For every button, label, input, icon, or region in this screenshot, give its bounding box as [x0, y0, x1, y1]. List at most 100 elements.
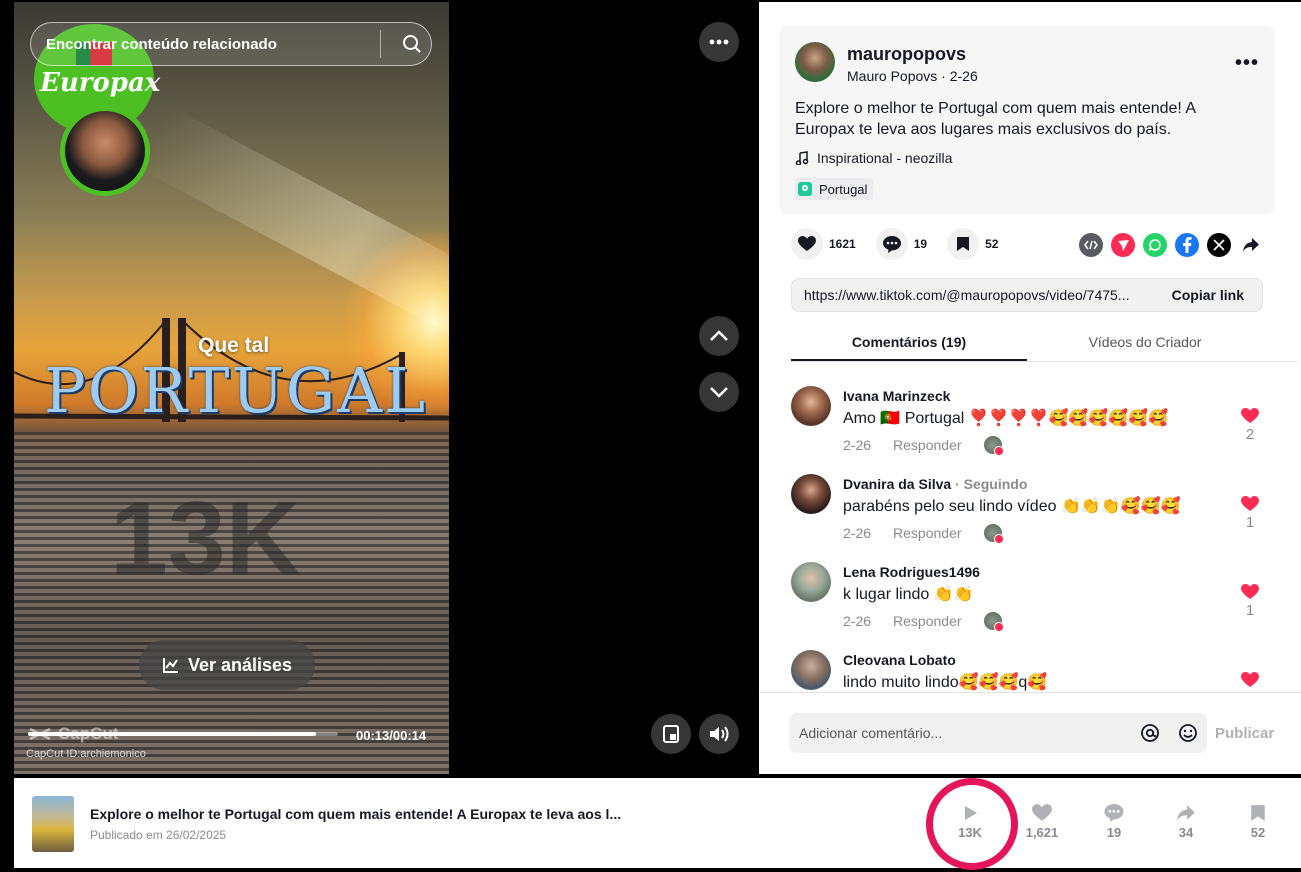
- music-note-icon: [795, 151, 809, 165]
- comment-input-wrapper: [789, 713, 1207, 753]
- comment-input[interactable]: [799, 725, 1131, 741]
- bottom-published-date: Publicado em 26/02/2025: [90, 828, 227, 842]
- video-link-url[interactable]: https://www.tiktok.com/@mauropopovs/vide…: [792, 287, 1154, 303]
- publish-button[interactable]: Publicar: [1215, 725, 1274, 742]
- bottom-video-title: Explore o melhor te Portugal com quem ma…: [90, 806, 622, 822]
- comment-bubble-icon: [875, 228, 908, 260]
- video-link-box: https://www.tiktok.com/@mauropopovs/vide…: [791, 278, 1263, 312]
- volume-icon: [710, 726, 729, 742]
- heart-icon: [791, 228, 823, 260]
- video-headline-big: PORTUGAL: [44, 354, 428, 427]
- video-description: Explore o melhor te Portugal com quem ma…: [795, 100, 1196, 138]
- commenter-avatar[interactable]: [791, 650, 831, 690]
- facebook-icon[interactable]: [1175, 233, 1199, 257]
- emoji-icon[interactable]: [1169, 723, 1207, 743]
- view-analytics-label: Ver análises: [187, 654, 293, 675]
- creator-liked-avatar: [983, 612, 1004, 632]
- whatsapp-icon[interactable]: [1143, 233, 1167, 257]
- bottom-info-bar: Explore o melhor te Portugal com quem ma…: [14, 778, 1301, 870]
- commenter-avatar[interactable]: [791, 474, 831, 514]
- chevron-down-icon: [710, 387, 728, 398]
- author-subline: Mauro Popovs · 2-26: [847, 68, 978, 84]
- comment-date: 2-26: [843, 437, 872, 453]
- next-video-button[interactable]: [699, 372, 739, 412]
- search-icon[interactable]: [393, 25, 431, 63]
- copy-link-button[interactable]: Copiar link: [1154, 287, 1262, 303]
- save-count: 52: [985, 237, 999, 251]
- share-arrow-icon[interactable]: [1239, 233, 1263, 257]
- commenter-name[interactable]: Ivana Marinzeck: [843, 388, 950, 404]
- comment-composer: Publicar: [759, 692, 1301, 774]
- comments-count: 19: [1106, 825, 1122, 840]
- comment-like[interactable]: [1241, 672, 1259, 688]
- comment-item: Lena Rodrigues1496 k lugar lindo 👏👏 2-26…: [791, 562, 1269, 650]
- comment-like[interactable]: 1: [1241, 496, 1259, 531]
- commenter-name[interactable]: Lena Rodrigues1496: [843, 564, 980, 580]
- video-more-button[interactable]: [699, 22, 739, 62]
- related-search-input[interactable]: Encontrar conteúdo relacionado: [46, 36, 380, 53]
- video-progress-bar[interactable]: [28, 732, 338, 736]
- tab-creator-videos[interactable]: Vídeos do Criador: [1027, 324, 1263, 361]
- commenter-avatar[interactable]: [791, 562, 831, 602]
- like-action[interactable]: 1621: [791, 228, 856, 260]
- tab-comments[interactable]: Comentários (19): [791, 324, 1027, 361]
- author-avatar[interactable]: [795, 42, 835, 82]
- comment-list[interactable]: Ivana Marinzeck Amo 🇵🇹 Portugal ❣️❣️❣️❣️…: [791, 386, 1269, 692]
- views-watermark: 13K: [110, 481, 301, 597]
- likes-count: 1,621: [1025, 825, 1059, 840]
- bookmark-icon: [1251, 805, 1265, 821]
- heart-icon: [1241, 672, 1259, 687]
- comment-item: Dvanira da Silva · Seguindo parabéns pel…: [791, 474, 1269, 562]
- comment-text: Amo 🇵🇹 Portugal ❣️❣️❣️❣️🥰🥰🥰🥰🥰🥰: [843, 410, 1168, 427]
- panel-tabs: Comentários (19) Vídeos do Criador: [791, 324, 1297, 362]
- likes-stat: 1,621: [1012, 804, 1072, 840]
- chevron-up-icon: [710, 330, 728, 341]
- chart-line-icon: [162, 658, 178, 673]
- comment-like-count: 1: [1245, 514, 1255, 531]
- creator-liked-avatar: [983, 436, 1004, 456]
- mini-player-button[interactable]: [651, 714, 691, 754]
- reply-button[interactable]: Responder: [893, 437, 962, 453]
- details-panel: mauropopovs Mauro Popovs · 2-26 ••• Expl…: [759, 2, 1301, 774]
- comment-like[interactable]: 2: [1241, 408, 1259, 443]
- capcut-id: CapCut ID:archiemonico: [26, 748, 146, 760]
- music-link[interactable]: Inspirational - neozilla: [795, 150, 952, 166]
- video-player[interactable]: Europax Encontrar conteúdo relacionado Q…: [14, 2, 449, 774]
- shares-count: 34: [1178, 825, 1194, 840]
- view-analytics-button[interactable]: Ver análises: [139, 640, 315, 690]
- shares-stat: 34: [1156, 804, 1216, 840]
- europax-logo-text: Europax: [40, 68, 161, 98]
- comment-meta: 2-26 Responder: [843, 524, 1004, 544]
- mention-icon[interactable]: [1131, 723, 1169, 743]
- embed-icon[interactable]: [1079, 233, 1103, 257]
- commenter-avatar[interactable]: [791, 386, 831, 426]
- comment-like[interactable]: 1: [1241, 584, 1259, 619]
- video-progress-fill: [28, 732, 317, 736]
- x-icon[interactable]: [1207, 233, 1231, 257]
- tiktok-video-page: Europax Encontrar conteúdo relacionado Q…: [0, 0, 1301, 872]
- comments-stat: 19: [1084, 804, 1144, 840]
- card-more-icon[interactable]: •••: [1235, 52, 1259, 75]
- bookmark-icon: [947, 228, 980, 260]
- location-pin-icon: [798, 182, 812, 196]
- reply-button[interactable]: Responder: [893, 525, 962, 541]
- related-search-bar[interactable]: Encontrar conteúdo relacionado: [30, 22, 432, 66]
- previous-video-button[interactable]: [699, 316, 739, 356]
- commenter-name[interactable]: Cleovana Lobato: [843, 652, 956, 668]
- commenter-name[interactable]: Dvanira da Silva · Seguindo: [843, 476, 1027, 492]
- volume-button[interactable]: [699, 714, 739, 754]
- heart-icon: [1241, 408, 1259, 423]
- presenter-avatar: [60, 106, 150, 196]
- comment-action[interactable]: 19: [875, 228, 927, 260]
- comment-meta: 2-26 Responder: [843, 612, 1004, 632]
- like-count: 1621: [829, 237, 856, 251]
- comment-meta: 2-26 Responder: [843, 436, 1004, 456]
- comment-date: 2-26: [843, 525, 872, 541]
- comment-bubble-icon: [1104, 804, 1124, 822]
- send-icon[interactable]: [1111, 233, 1135, 257]
- reply-button[interactable]: Responder: [893, 613, 962, 629]
- location-tag[interactable]: Portugal: [795, 178, 874, 200]
- author-username[interactable]: mauropopovs: [847, 44, 966, 65]
- save-action[interactable]: 52: [947, 228, 998, 260]
- video-thumbnail[interactable]: [32, 796, 74, 852]
